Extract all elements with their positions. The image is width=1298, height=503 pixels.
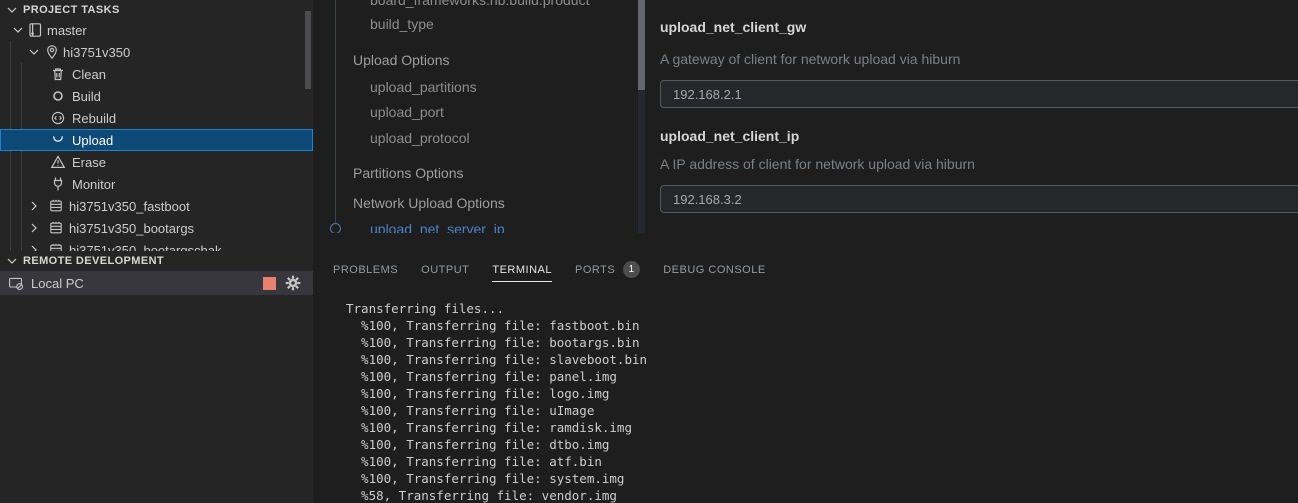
terminal-line: %100, Transferring file: bootargs.bin	[346, 334, 647, 351]
trash-icon	[50, 66, 66, 82]
terminal-line: %100, Transferring file: slaveboot.bin	[346, 351, 647, 368]
settings-form: upload_net_client_gw A gateway of client…	[650, 0, 1298, 240]
toc-item[interactable]: upload_protocol	[370, 130, 470, 146]
tab-ports[interactable]: PORTS 1	[575, 253, 640, 284]
section-header-project-tasks[interactable]: PROJECT TASKS	[0, 0, 313, 19]
section-header-remote-development[interactable]: REMOTE DEVELOPMENT	[0, 251, 313, 271]
upload-arc-icon	[50, 132, 66, 148]
tree-item-label: Clean	[72, 67, 106, 82]
toc-item[interactable]: upload_partitions	[370, 79, 477, 95]
toc-item[interactable]: board_frameworks.hb.build.product	[370, 0, 589, 8]
tree-item-monitor[interactable]: Monitor	[0, 173, 313, 195]
server-icon	[48, 220, 64, 236]
chevron-right-icon[interactable]	[26, 220, 42, 236]
tree-item-erase[interactable]: Erase	[0, 151, 313, 173]
terminal-line: %58, Transferring file: vendor.img	[346, 487, 647, 503]
tree-item-label: Monitor	[72, 177, 115, 192]
tree-item-build[interactable]: Build	[0, 85, 313, 107]
chevron-down-icon	[4, 2, 20, 18]
tab-output[interactable]: OUTPUT	[421, 256, 469, 282]
terminal-line: %100, Transferring file: system.img	[346, 470, 647, 487]
tree-item-hi3751v350-bootargs[interactable]: hi3751v350_bootargs	[0, 217, 313, 239]
location-pin-icon	[44, 44, 60, 60]
toc-item-selected[interactable]: upload_net_server_ip	[370, 221, 505, 233]
toc-section[interactable]: Upload Options	[353, 52, 450, 68]
terminal-line: %100, Transferring file: dtbo.img	[346, 436, 647, 453]
setting-title: upload_net_client_ip	[660, 128, 799, 144]
chevron-down-icon[interactable]	[26, 44, 42, 60]
settings-toc: board_frameworks.hb.build.product build_…	[313, 0, 650, 233]
tree-item-label: Upload	[72, 133, 113, 148]
terminal-line: %100, Transferring file: logo.img	[346, 385, 647, 402]
terminal-line: %100, Transferring file: fastboot.bin	[346, 317, 647, 334]
setting-input-upload-net-client-ip[interactable]	[660, 185, 1298, 213]
device-desktop-icon	[8, 275, 24, 291]
panel-tab-bar: PROBLEMS OUTPUT TERMINAL PORTS 1 DEBUG C…	[313, 253, 1298, 284]
sidebar: PROJECT TASKS master	[0, 0, 313, 503]
terminal-line: %100, Transferring file: uImage	[346, 402, 647, 419]
terminal-output[interactable]: Transferring files... %100, Transferring…	[346, 300, 647, 503]
chevron-down-icon[interactable]	[10, 22, 26, 38]
ports-count-badge: 1	[623, 261, 640, 278]
repo-icon	[27, 22, 43, 38]
remote-target-local-pc[interactable]: Local PC	[0, 271, 313, 295]
setting-input-upload-net-client-gw[interactable]	[660, 80, 1298, 108]
tree-item-label: hi3751v350	[63, 45, 130, 60]
tree-item-label: master	[47, 23, 87, 38]
warning-triangle-icon	[50, 154, 66, 170]
sidebar-scrollbar[interactable]	[305, 11, 311, 89]
section-title: PROJECT TASKS	[23, 4, 120, 16]
tree-item-clean[interactable]: Clean	[0, 63, 313, 85]
tree-item-label: hi3751v350_bootargs	[69, 221, 194, 236]
tree-item-label: Erase	[72, 155, 106, 170]
toc-selected-bullet	[330, 223, 341, 233]
tree-item-hi3751v350-fastboot[interactable]: hi3751v350_fastboot	[0, 195, 313, 217]
setting-description: A IP address of client for network uploa…	[660, 156, 975, 172]
tab-terminal[interactable]: TERMINAL	[492, 256, 552, 282]
tree-item-upload[interactable]: Upload	[0, 129, 313, 151]
setting-title: upload_net_client_gw	[660, 19, 806, 35]
setting-description: A gateway of client for network upload v…	[660, 51, 960, 67]
status-square	[263, 277, 276, 290]
tab-problems[interactable]: PROBLEMS	[333, 256, 398, 282]
tree-item-master[interactable]: master	[0, 19, 313, 41]
gear-icon[interactable]	[285, 275, 301, 291]
plug-icon	[50, 176, 66, 192]
tree-item-label: Build	[72, 89, 101, 104]
code-circle-icon	[50, 110, 66, 126]
toc-guide-line	[335, 0, 336, 223]
toc-item[interactable]: build_type	[370, 16, 434, 32]
remote-target-label: Local PC	[31, 276, 84, 291]
tab-debug-console[interactable]: DEBUG CONSOLE	[663, 256, 765, 282]
toc-section[interactable]: Partitions Options	[353, 165, 464, 181]
terminal-line: Transferring files...	[346, 300, 647, 317]
toc-section[interactable]: Network Upload Options	[353, 195, 505, 211]
chevron-right-icon[interactable]	[26, 198, 42, 214]
terminal-line: %100, Transferring file: panel.img	[346, 368, 647, 385]
circle-icon	[50, 88, 66, 104]
indent-guide	[21, 63, 22, 251]
tree-item-rebuild[interactable]: Rebuild	[0, 107, 313, 129]
chevron-down-icon	[4, 253, 20, 269]
toc-scrollbar-thumb[interactable]	[638, 0, 645, 90]
section-title: REMOTE DEVELOPMENT	[23, 255, 164, 267]
tree-item-hi3751v350[interactable]: hi3751v350	[0, 41, 313, 63]
toc-item[interactable]: upload_port	[370, 104, 444, 120]
tree-item-label: Rebuild	[72, 111, 116, 126]
terminal-line: %100, Transferring file: atf.bin	[346, 453, 647, 470]
server-icon	[48, 198, 64, 214]
terminal-line: %100, Transferring file: ramdisk.img	[346, 419, 647, 436]
vscode-window: PROJECT TASKS master	[0, 0, 1298, 503]
tree-item-label: hi3751v350_fastboot	[69, 199, 190, 214]
